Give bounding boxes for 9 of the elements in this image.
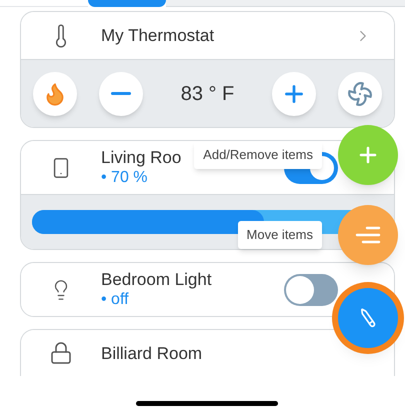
device-status: • 70 % bbox=[101, 168, 148, 188]
device-name: Living Roo bbox=[101, 147, 182, 168]
temperature-value: 83 ° F bbox=[180, 82, 236, 106]
device-name: Billiard Room bbox=[101, 342, 202, 364]
tooltip: Add/Remove items bbox=[194, 141, 322, 169]
device-name: Bedroom Light bbox=[101, 269, 212, 290]
tooltip: Move items bbox=[238, 221, 322, 249]
device-status: • off bbox=[101, 290, 129, 310]
device-name: My Thermostat bbox=[101, 24, 216, 47]
